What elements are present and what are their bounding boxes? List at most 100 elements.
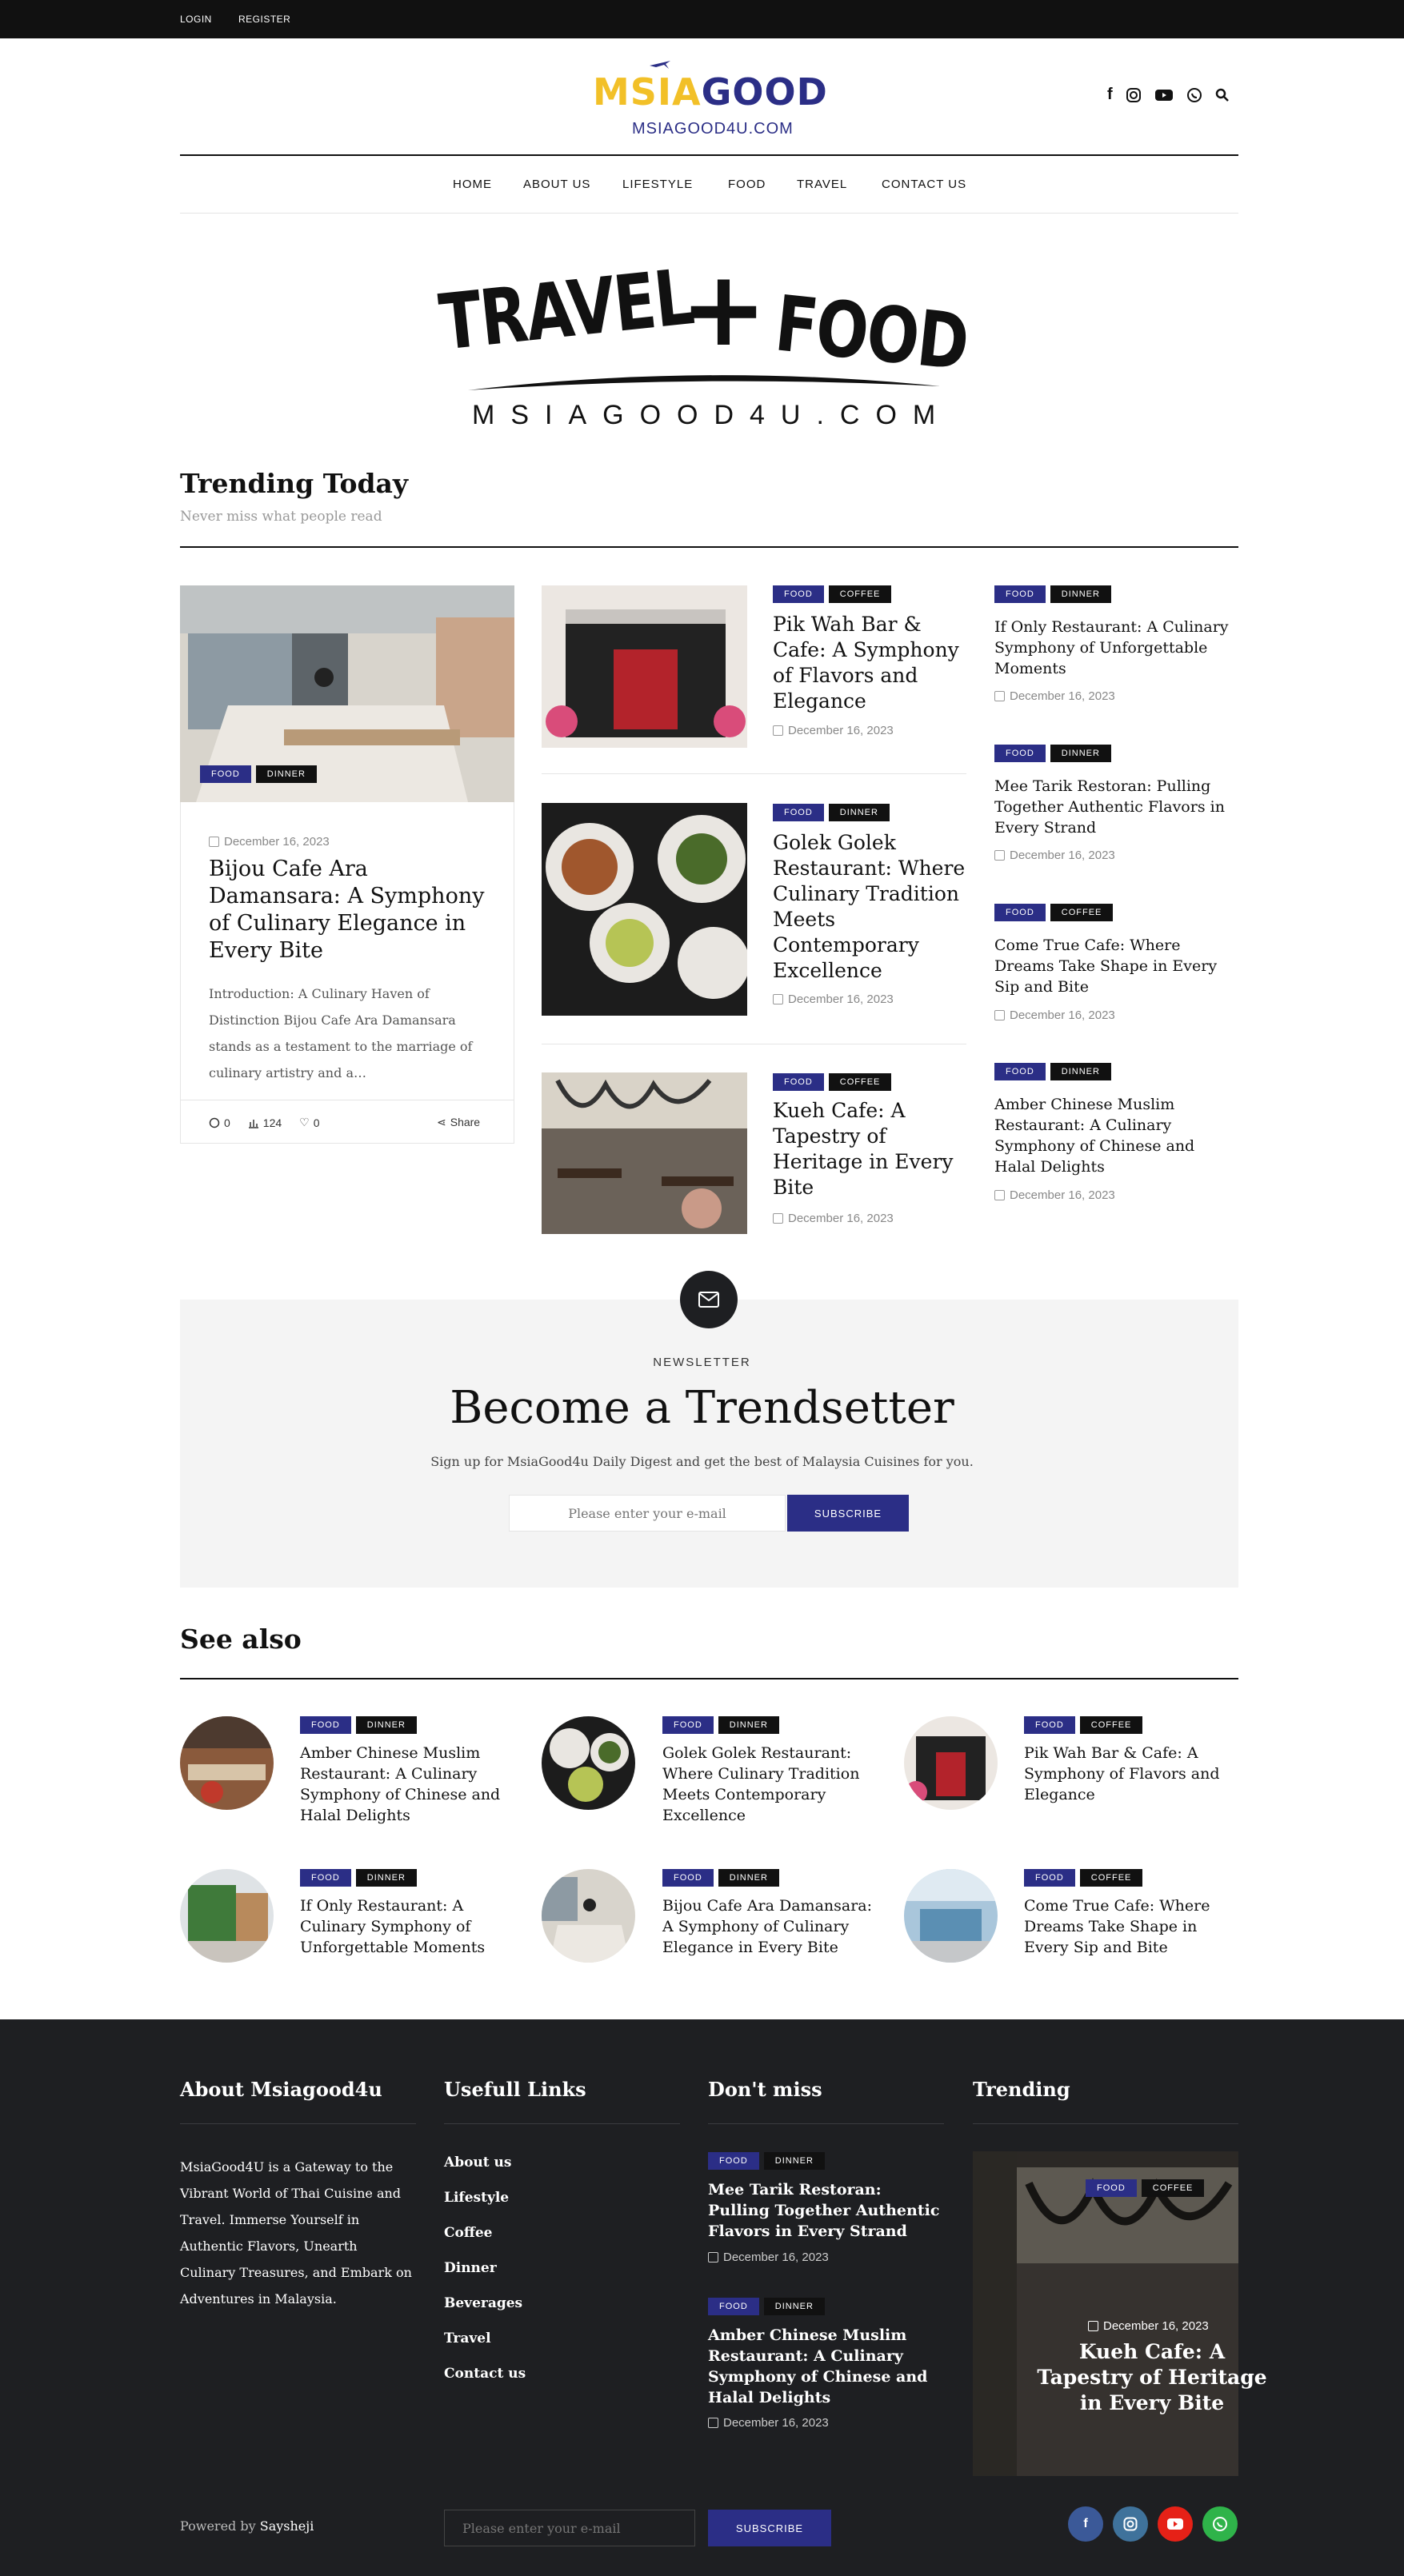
tag-food[interactable]: FOOD: [708, 2152, 759, 2170]
tag-dinner[interactable]: DINNER: [718, 1869, 779, 1887]
tag-food[interactable]: FOOD: [994, 904, 1046, 921]
tag-coffee[interactable]: COFFEE: [1079, 1869, 1143, 1887]
tag-food[interactable]: FOOD: [1024, 1716, 1075, 1734]
pik-wah-title[interactable]: Pik Wah Bar & Cafe: A Symphony of Flavor…: [773, 612, 969, 714]
tag-food[interactable]: FOOD: [994, 585, 1046, 603]
whatsapp-icon[interactable]: [1186, 87, 1202, 103]
tag-coffee[interactable]: COFFEE: [828, 1073, 892, 1091]
nav-about-us[interactable]: ABOUT US: [523, 178, 590, 191]
facebook-icon[interactable]: f: [1107, 86, 1113, 104]
footer-dontmiss-title-2[interactable]: Amber Chinese Muslim Restaurant: A Culin…: [708, 2325, 948, 2408]
footer-link-dinner[interactable]: Dinner: [444, 2260, 497, 2276]
facebook-icon[interactable]: f: [1068, 2506, 1103, 2542]
see-also-image-if-only[interactable]: [180, 1869, 274, 1963]
newsletter-email-input[interactable]: [509, 1495, 786, 1532]
tag-food[interactable]: FOOD: [773, 1073, 824, 1091]
tag-dinner[interactable]: DINNER: [763, 2298, 825, 2315]
tag-food[interactable]: FOOD: [662, 1716, 714, 1734]
tag-food[interactable]: FOOD: [773, 804, 824, 821]
footer-dontmiss-tags-2: FOOD DINNER: [708, 2298, 825, 2315]
see-also-image-come-true[interactable]: [904, 1869, 998, 1963]
featured-title[interactable]: Bijou Cafe Ara Damansara: A Symphony of …: [209, 856, 497, 965]
see-also-image-amber[interactable]: [180, 1716, 274, 1810]
youtube-icon[interactable]: [1154, 88, 1174, 102]
whatsapp-icon[interactable]: [1202, 2506, 1238, 2542]
tag-dinner[interactable]: DINNER: [355, 1869, 417, 1887]
tag-food[interactable]: FOOD: [994, 1063, 1046, 1080]
see-also-title-golek[interactable]: Golek Golek Restaurant: Where Culinary T…: [662, 1743, 878, 1826]
footer-email-input[interactable]: [444, 2510, 695, 2546]
nav-lifestyle[interactable]: LIFESTYLE: [622, 178, 693, 191]
likes-count[interactable]: ♡ 0: [299, 1116, 319, 1129]
footer-link-lifestyle[interactable]: Lifestyle: [444, 2190, 509, 2206]
nav-contact-us[interactable]: CONTACT US: [882, 178, 966, 191]
youtube-icon[interactable]: [1158, 2506, 1193, 2542]
tag-coffee[interactable]: COFFEE: [828, 585, 892, 603]
see-also-tags-pik-wah: FOOD COFFEE: [1024, 1716, 1143, 1734]
tag-food[interactable]: FOOD: [1024, 1869, 1075, 1887]
logo-url: MSIAGOOD4U.COM: [632, 120, 794, 138]
footer-trending-card-image[interactable]: [973, 2151, 1238, 2476]
tag-dinner[interactable]: DINNER: [1050, 1063, 1111, 1080]
search-icon[interactable]: [1215, 88, 1230, 102]
tag-dinner[interactable]: DINNER: [763, 2152, 825, 2170]
tag-food[interactable]: FOOD: [1086, 2179, 1137, 2197]
if-only-title[interactable]: If Only Restaurant: A Culinary Symphony …: [994, 617, 1234, 679]
tag-coffee[interactable]: COFFEE: [1050, 904, 1114, 921]
footer-trending-card-title[interactable]: Kueh Cafe: A Tapestry of Heritage in Eve…: [1032, 2339, 1272, 2416]
nav-travel[interactable]: TRAVEL: [797, 178, 847, 191]
footer-link-travel[interactable]: Travel: [444, 2330, 491, 2346]
tag-food[interactable]: FOOD: [773, 585, 824, 603]
login-link[interactable]: LOGIN: [180, 14, 212, 25]
tag-dinner[interactable]: DINNER: [1050, 585, 1111, 603]
nav-home[interactable]: HOME: [453, 178, 492, 191]
tag-food[interactable]: FOOD: [662, 1869, 714, 1887]
tag-food[interactable]: FOOD: [994, 745, 1046, 762]
footer-link-contact-us[interactable]: Contact us: [444, 2366, 526, 2382]
nav-food[interactable]: FOOD: [728, 178, 766, 191]
tag-coffee[interactable]: COFFEE: [1079, 1716, 1143, 1734]
tag-food[interactable]: FOOD: [300, 1716, 351, 1734]
mee-tarik-title[interactable]: Mee Tarik Restoran: Pulling Together Aut…: [994, 776, 1234, 838]
footer-subscribe-button[interactable]: SUBSCRIBE: [708, 2510, 831, 2546]
tag-dinner[interactable]: DINNER: [718, 1716, 779, 1734]
tag-food[interactable]: FOOD: [708, 2298, 759, 2315]
see-also-title-amber[interactable]: Amber Chinese Muslim Restaurant: A Culin…: [300, 1743, 516, 1826]
golek-golek-image[interactable]: [542, 803, 747, 1016]
tag-dinner[interactable]: DINNER: [828, 804, 890, 821]
instagram-icon[interactable]: [1113, 2506, 1148, 2542]
see-also-title-come-true[interactable]: Come True Cafe: Where Dreams Take Shape …: [1024, 1895, 1236, 1958]
kueh-cafe-title[interactable]: Kueh Cafe: A Tapestry of Heritage in Eve…: [773, 1098, 969, 1200]
newsletter-subscribe-button[interactable]: SUBSCRIBE: [787, 1495, 909, 1532]
kueh-cafe-image[interactable]: [542, 1072, 747, 1234]
pik-wah-image[interactable]: [542, 585, 747, 748]
comments-count[interactable]: 0: [209, 1116, 230, 1129]
see-also-title-if-only[interactable]: If Only Restaurant: A Culinary Symphony …: [300, 1895, 516, 1958]
footer-link-beverages[interactable]: Beverages: [444, 2295, 522, 2311]
tag-dinner[interactable]: DINNER: [355, 1716, 417, 1734]
tag-food[interactable]: FOOD: [300, 1869, 351, 1887]
instagram-icon[interactable]: [1126, 87, 1142, 103]
tag-coffee[interactable]: COFFEE: [1141, 2179, 1205, 2197]
golek-golek-title[interactable]: Golek Golek Restaurant: Where Culinary T…: [773, 830, 969, 984]
site-logo[interactable]: MSIAGOOD: [593, 70, 828, 114]
see-also-title-bijou[interactable]: Bijou Cafe Ara Damansara: A Symphony of …: [662, 1895, 878, 1958]
golek-golek-tags: FOOD DINNER: [773, 804, 890, 821]
see-also-image-pik-wah[interactable]: [904, 1716, 998, 1810]
tag-dinner[interactable]: DINNER: [1050, 745, 1111, 762]
footer-link-about-us[interactable]: About us: [444, 2155, 511, 2171]
footer-link-coffee[interactable]: Coffee: [444, 2225, 492, 2241]
amber-date: December 16, 2023: [994, 1188, 1115, 1202]
calendar-icon: [773, 725, 783, 736]
amber-title[interactable]: Amber Chinese Muslim Restaurant: A Culin…: [994, 1094, 1234, 1177]
powered-by-link[interactable]: Saysheji: [260, 2518, 314, 2534]
share-button[interactable]: ⋖ Share: [437, 1116, 480, 1129]
register-link[interactable]: REGISTER: [238, 14, 290, 25]
tag-food[interactable]: FOOD: [200, 765, 251, 783]
see-also-title-pik-wah[interactable]: Pik Wah Bar & Cafe: A Symphony of Flavor…: [1024, 1743, 1236, 1805]
tag-dinner[interactable]: DINNER: [255, 765, 317, 783]
footer-dontmiss-title-1[interactable]: Mee Tarik Restoran: Pulling Together Aut…: [708, 2179, 948, 2242]
see-also-image-golek[interactable]: [542, 1716, 635, 1810]
see-also-image-bijou[interactable]: [542, 1869, 635, 1963]
come-true-title[interactable]: Come True Cafe: Where Dreams Take Shape …: [994, 935, 1234, 997]
